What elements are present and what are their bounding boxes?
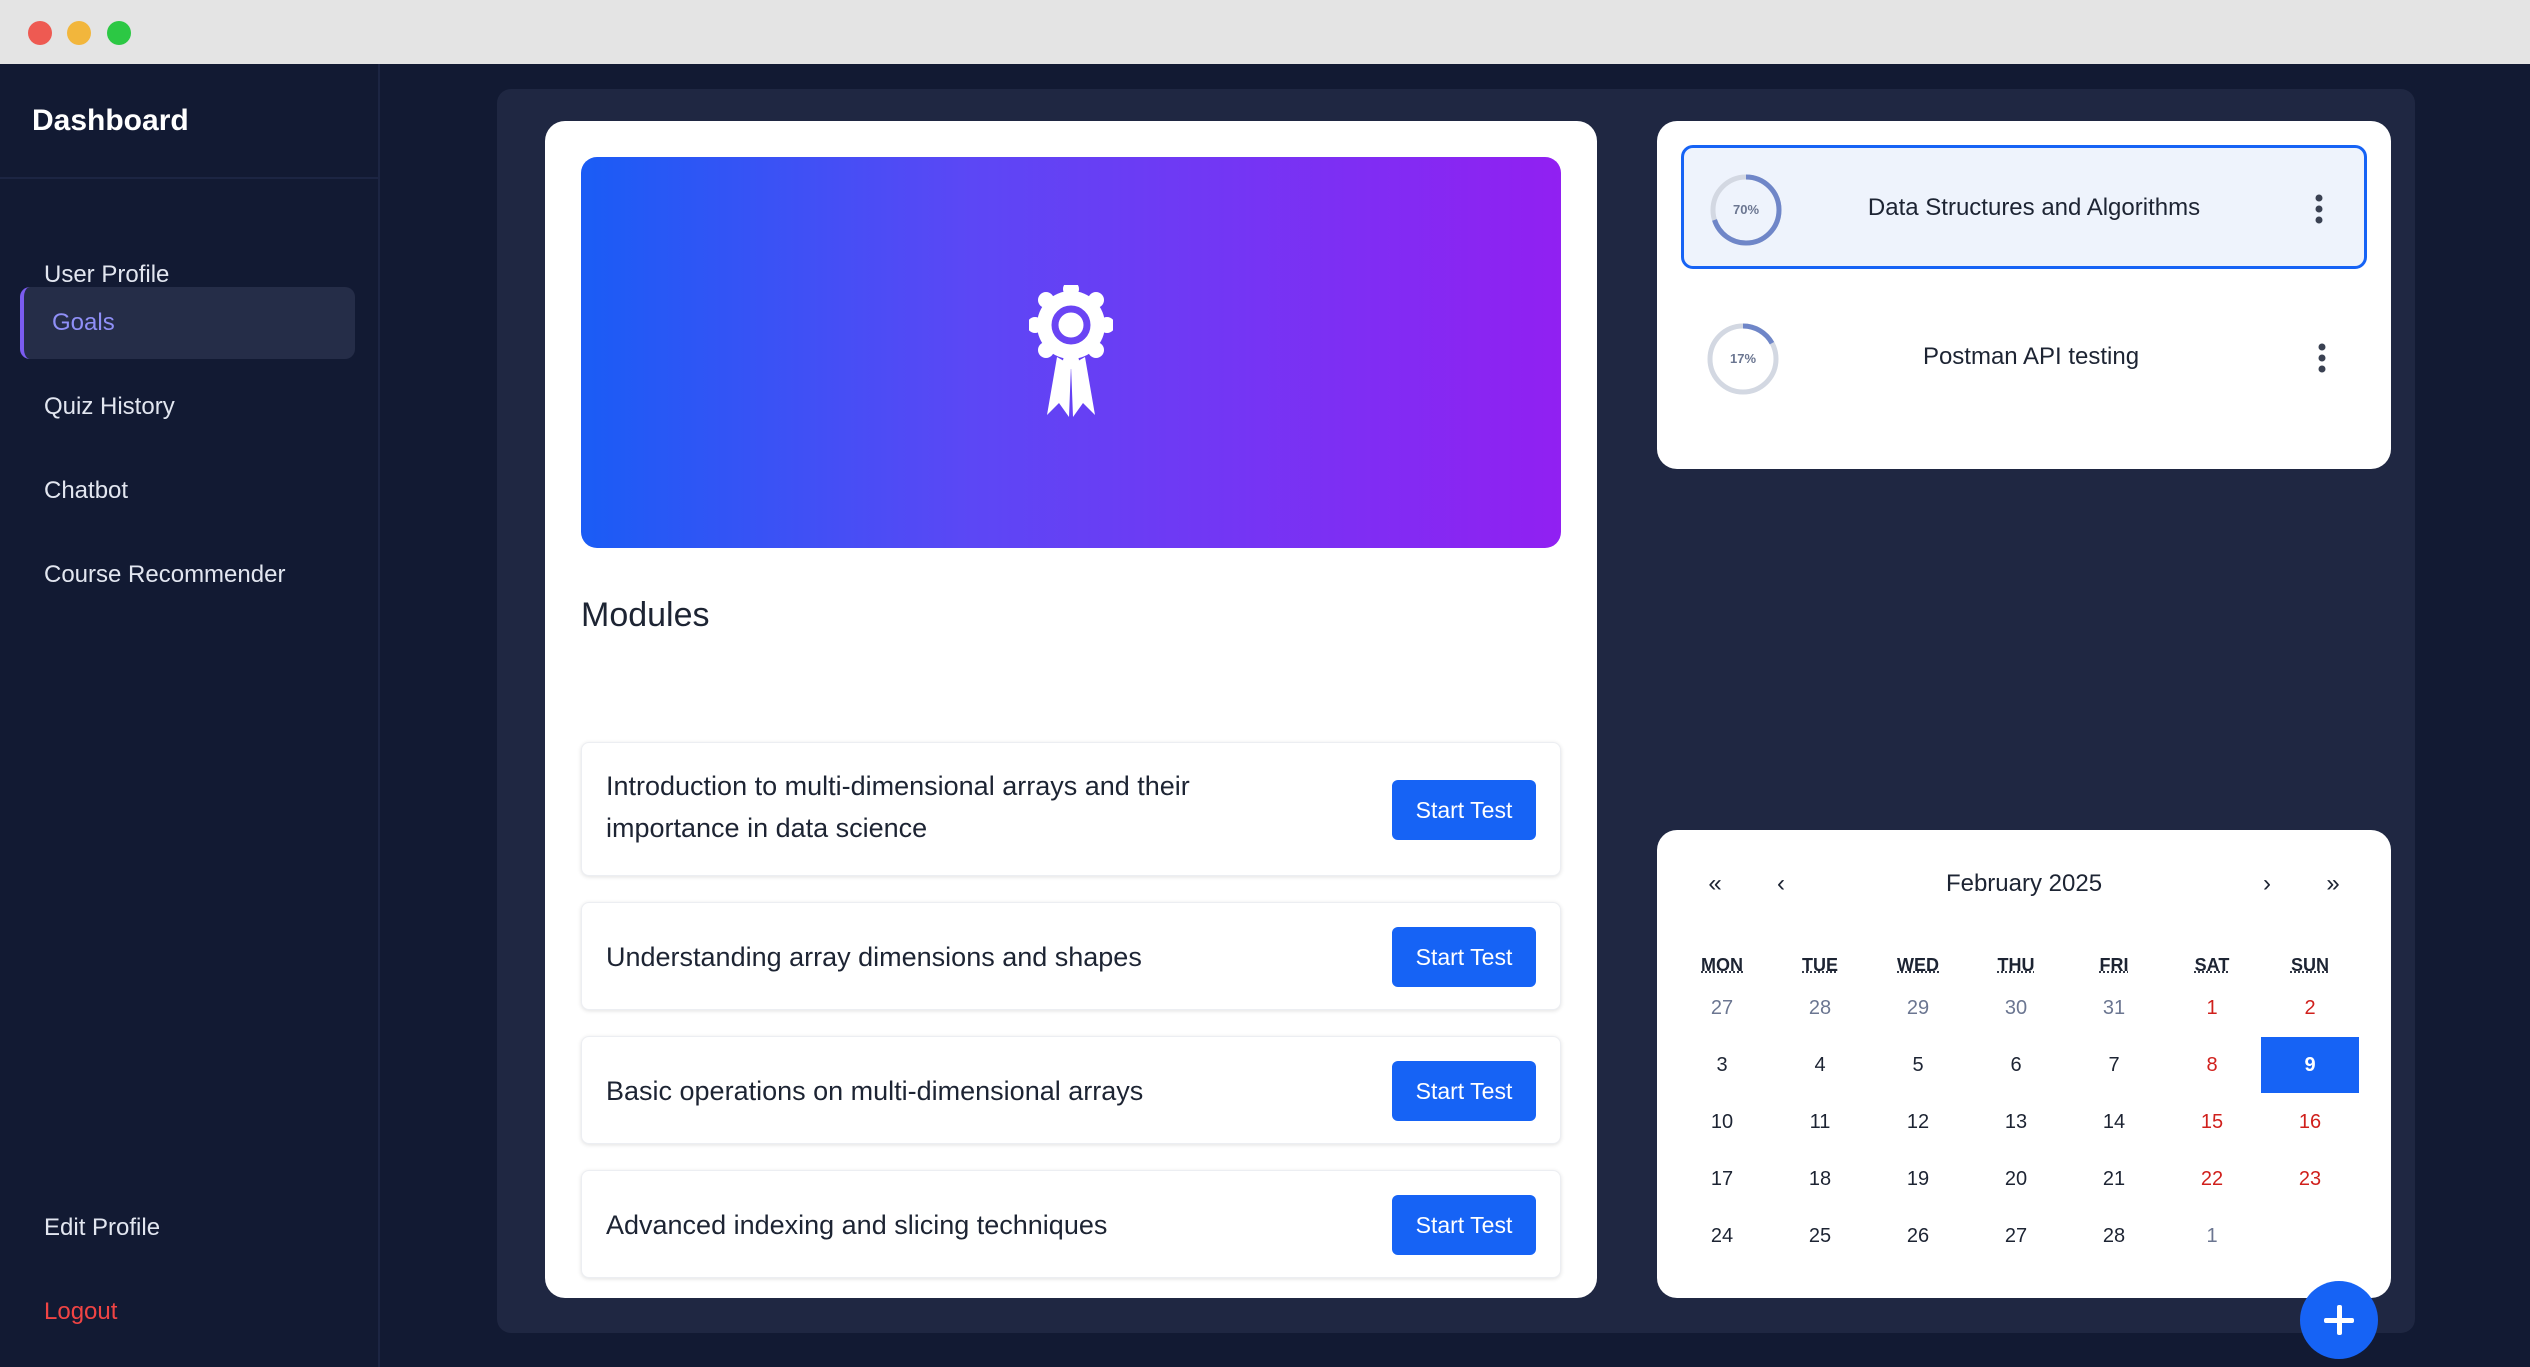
calendar-day[interactable]: 18 — [1771, 1151, 1869, 1207]
goal-item[interactable]: 70% Data Structures and Algorithms — [1681, 145, 2367, 269]
start-test-button[interactable]: Start Test — [1392, 927, 1536, 987]
calendar-day[interactable]: 21 — [2065, 1151, 2163, 1207]
calendar-day[interactable]: 6 — [1967, 1037, 2065, 1093]
calendar-day[interactable]: 10 — [1673, 1094, 1771, 1150]
prev-year-button[interactable]: « — [1695, 870, 1735, 898]
calendar-day[interactable]: 29 — [1869, 980, 1967, 1036]
sidebar-item-chatbot[interactable]: Chatbot — [20, 455, 355, 527]
logout-link[interactable]: Logout — [20, 1276, 355, 1348]
modules-heading: Modules — [581, 596, 710, 634]
module-title: Understanding array dimensions and shape… — [606, 942, 1142, 972]
calendar-day[interactable]: 14 — [2065, 1094, 2163, 1150]
sidebar: Dashboard User Profile Goals Quiz Histor… — [0, 64, 380, 1367]
more-options-icon[interactable] — [2314, 194, 2324, 224]
window-titlebar — [0, 0, 2530, 64]
sidebar-item-course-recommender[interactable]: Course Recommender — [20, 539, 355, 611]
calendar-day[interactable]: 3 — [1673, 1037, 1771, 1093]
calendar-day[interactable]: 30 — [1967, 980, 2065, 1036]
weekday-header: FRI — [2099, 955, 2129, 975]
more-options-icon[interactable] — [2317, 343, 2327, 373]
calendar-day[interactable]: 23 — [2261, 1151, 2359, 1207]
calendar-day[interactable]: 8 — [2163, 1037, 2261, 1093]
calendar-day[interactable]: 27 — [1673, 980, 1771, 1036]
divider — [0, 177, 378, 179]
minimize-window-button[interactable] — [67, 21, 91, 45]
goal-title: Postman API testing — [1922, 343, 2140, 370]
calendar-day[interactable]: 31 — [2065, 980, 2163, 1036]
calendar-day[interactable]: 11 — [1771, 1094, 1869, 1150]
calendar-day[interactable]: 27 — [1967, 1208, 2065, 1264]
module-title: Advanced indexing and slicing techniques — [606, 1210, 1108, 1240]
calendar-day[interactable]: 25 — [1771, 1208, 1869, 1264]
calendar-day[interactable]: 1 — [2163, 1208, 2261, 1264]
goal-item[interactable]: 17% Postman API testing — [1681, 297, 2367, 421]
calendar-month-label[interactable]: February 2025 — [1857, 870, 2191, 898]
weekday-header: MON — [1701, 955, 1743, 975]
calendar-day[interactable]: 15 — [2163, 1094, 2261, 1150]
weekday-header: WED — [1897, 955, 1939, 975]
calendar-day[interactable]: 19 — [1869, 1151, 1967, 1207]
weekday-header: TUE — [1802, 955, 1838, 975]
module-card: Basic operations on multi-dimensional ar… — [581, 1036, 1561, 1144]
calendar-day[interactable]: 2 — [2261, 980, 2359, 1036]
close-window-button[interactable] — [28, 21, 52, 45]
progress-percent: 70% — [1732, 202, 1760, 217]
weekday-header: SUN — [2290, 955, 2329, 975]
calendar-day[interactable]: 24 — [1673, 1208, 1771, 1264]
calendar-day[interactable]: 22 — [2163, 1151, 2261, 1207]
calendar-day[interactable]: 12 — [1869, 1094, 1967, 1150]
goal-title: Data Structures and Algorithms — [1867, 194, 2201, 221]
calendar-day[interactable]: 28 — [1771, 980, 1869, 1036]
next-year-button[interactable]: » — [2313, 870, 2353, 898]
calendar: « ‹ February 2025 › » MON TUE WED THU FRI SAT… — [1657, 830, 2391, 1298]
calendar-day[interactable]: 1 — [2163, 980, 2261, 1036]
maximize-window-button[interactable] — [107, 21, 131, 45]
goals-list-card: 70% Data Structures and Algorithms 17% P… — [1657, 121, 2391, 469]
calendar-day[interactable]: 9 — [2261, 1037, 2359, 1093]
module-card: Introduction to multi-dimensional arrays… — [581, 742, 1561, 876]
next-month-button[interactable]: › — [2247, 870, 2287, 898]
calendar-day[interactable]: 17 — [1673, 1151, 1771, 1207]
weekday-header: THU — [1997, 955, 2035, 975]
start-test-button[interactable]: Start Test — [1392, 780, 1536, 840]
start-test-button[interactable]: Start Test — [1392, 1195, 1536, 1255]
calendar-day[interactable]: 4 — [1771, 1037, 1869, 1093]
app-window: Dashboard User Profile Goals Quiz Histor… — [0, 64, 2530, 1367]
calendar-day[interactable]: 13 — [1967, 1094, 2065, 1150]
start-test-button[interactable]: Start Test — [1392, 1061, 1536, 1121]
module-card: Understanding array dimensions and shape… — [581, 902, 1561, 1010]
plus-icon — [2324, 1305, 2354, 1335]
add-goal-button[interactable] — [2300, 1281, 2378, 1359]
brand-title: Dashboard — [32, 104, 189, 137]
prev-month-button[interactable]: ‹ — [1761, 870, 1801, 898]
sidebar-item-quiz-history[interactable]: Quiz History — [20, 371, 355, 443]
sidebar-item-goals[interactable]: Goals — [20, 287, 355, 359]
calendar-day[interactable]: 5 — [1869, 1037, 1967, 1093]
edit-profile-link[interactable]: Edit Profile — [20, 1192, 355, 1264]
calendar-day[interactable]: 28 — [2065, 1208, 2163, 1264]
calendar-day[interactable]: 16 — [2261, 1094, 2359, 1150]
progress-percent: 17% — [1729, 351, 1757, 366]
goal-banner — [581, 157, 1561, 548]
award-ribbon-icon — [1029, 285, 1113, 417]
calendar-day[interactable]: 7 — [2065, 1037, 2163, 1093]
goal-detail-card: Modules Introduction to multi-dimensiona… — [545, 121, 1597, 1298]
calendar-day[interactable]: 20 — [1967, 1151, 2065, 1207]
weekday-header: SAT — [2194, 955, 2230, 975]
module-card: Advanced indexing and slicing techniques… — [581, 1170, 1561, 1278]
module-title: Basic operations on multi-dimensional ar… — [606, 1076, 1144, 1106]
module-title: Introduction to multi-dimensional arrays… — [606, 771, 1190, 843]
calendar-day[interactable]: 26 — [1869, 1208, 1967, 1264]
